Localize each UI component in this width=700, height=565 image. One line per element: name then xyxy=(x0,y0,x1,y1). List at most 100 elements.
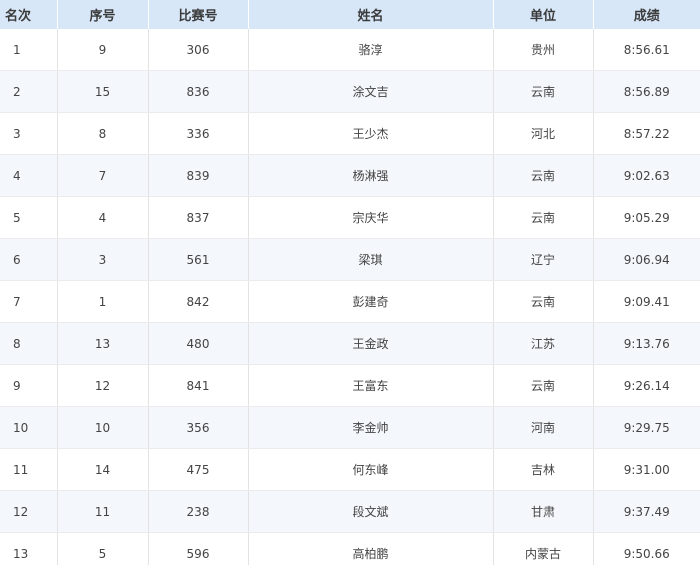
seq-cell: 8 xyxy=(57,112,149,155)
table-row: 7 1 842 彭建奇 云南 9:09.41 xyxy=(0,280,700,323)
score-cell: 8:56.89 xyxy=(593,70,700,113)
bib-cell: 475 xyxy=(148,448,249,491)
name-cell: 王富东 xyxy=(248,364,494,407)
score-cell: 9:50.66 xyxy=(593,532,700,565)
bib-cell: 336 xyxy=(148,112,249,155)
unit-cell: 云南 xyxy=(493,196,594,239)
seq-cell: 9 xyxy=(57,29,149,71)
rank-cell: 12 xyxy=(0,490,58,533)
header-unit: 单位 xyxy=(493,0,594,29)
unit-cell: 辽宁 xyxy=(493,238,594,281)
unit-cell: 云南 xyxy=(493,280,594,323)
rank-cell: 13 xyxy=(0,532,58,565)
bib-cell: 836 xyxy=(148,70,249,113)
header-name: 姓名 xyxy=(248,0,494,29)
rank-cell: 11 xyxy=(0,448,58,491)
bib-cell: 841 xyxy=(148,364,249,407)
score-cell: 9:31.00 xyxy=(593,448,700,491)
header-rank: 名次 xyxy=(0,0,58,29)
score-cell: 9:29.75 xyxy=(593,406,700,449)
rank-cell: 4 xyxy=(0,154,58,197)
unit-cell: 云南 xyxy=(493,154,594,197)
bib-cell: 561 xyxy=(148,238,249,281)
rank-cell: 8 xyxy=(0,322,58,365)
table-header: 名次 序号 比赛号 姓名 单位 成绩 xyxy=(0,0,700,29)
unit-cell: 吉林 xyxy=(493,448,594,491)
name-cell: 彭建奇 xyxy=(248,280,494,323)
unit-cell: 江苏 xyxy=(493,322,594,365)
table-row: 8 13 480 王金政 江苏 9:13.76 xyxy=(0,322,700,365)
score-cell: 9:06.94 xyxy=(593,238,700,281)
bib-cell: 837 xyxy=(148,196,249,239)
score-cell: 9:02.63 xyxy=(593,154,700,197)
bib-cell: 596 xyxy=(148,532,249,565)
seq-cell: 7 xyxy=(57,154,149,197)
name-cell: 涂文吉 xyxy=(248,70,494,113)
header-row: 名次 序号 比赛号 姓名 单位 成绩 xyxy=(0,0,700,29)
bib-cell: 238 xyxy=(148,490,249,533)
name-cell: 高柏鹏 xyxy=(248,532,494,565)
score-cell: 8:56.61 xyxy=(593,29,700,71)
score-cell: 9:13.76 xyxy=(593,322,700,365)
table-body: 1 9 306 骆淳 贵州 8:56.61 2 15 836 涂文吉 云南 8:56.89 3 8 336 王… xyxy=(0,29,700,565)
name-cell: 宗庆华 xyxy=(248,196,494,239)
score-cell: 9:05.29 xyxy=(593,196,700,239)
unit-cell: 云南 xyxy=(493,364,594,407)
bib-cell: 842 xyxy=(148,280,249,323)
rank-cell: 3 xyxy=(0,112,58,155)
header-bib: 比赛号 xyxy=(148,0,249,29)
table-row: 3 8 336 王少杰 河北 8:57.22 xyxy=(0,112,700,155)
table-row: 1 9 306 骆淳 贵州 8:56.61 xyxy=(0,29,700,71)
score-cell: 8:57.22 xyxy=(593,112,700,155)
seq-cell: 15 xyxy=(57,70,149,113)
unit-cell: 河北 xyxy=(493,112,594,155)
bib-cell: 839 xyxy=(148,154,249,197)
bib-cell: 356 xyxy=(148,406,249,449)
name-cell: 骆淳 xyxy=(248,29,494,71)
bib-cell: 306 xyxy=(148,29,249,71)
seq-cell: 5 xyxy=(57,532,149,565)
seq-cell: 1 xyxy=(57,280,149,323)
seq-cell: 3 xyxy=(57,238,149,281)
table-row: 13 5 596 高柏鹏 内蒙古 9:50.66 xyxy=(0,532,700,565)
table-row: 11 14 475 何东峰 吉林 9:31.00 xyxy=(0,448,700,491)
score-cell: 9:37.49 xyxy=(593,490,700,533)
unit-cell: 河南 xyxy=(493,406,594,449)
rank-cell: 9 xyxy=(0,364,58,407)
table-row: 12 11 238 段文斌 甘肃 9:37.49 xyxy=(0,490,700,533)
table-row: 9 12 841 王富东 云南 9:26.14 xyxy=(0,364,700,407)
seq-cell: 11 xyxy=(57,490,149,533)
seq-cell: 13 xyxy=(57,322,149,365)
rank-cell: 7 xyxy=(0,280,58,323)
header-score: 成绩 xyxy=(593,0,700,29)
table-row: 6 3 561 梁琪 辽宁 9:06.94 xyxy=(0,238,700,281)
name-cell: 王金政 xyxy=(248,322,494,365)
unit-cell: 内蒙古 xyxy=(493,532,594,565)
rank-cell: 6 xyxy=(0,238,58,281)
name-cell: 何东峰 xyxy=(248,448,494,491)
bib-cell: 480 xyxy=(148,322,249,365)
table-row: 10 10 356 李金帅 河南 9:29.75 xyxy=(0,406,700,449)
seq-cell: 12 xyxy=(57,364,149,407)
name-cell: 段文斌 xyxy=(248,490,494,533)
header-seq: 序号 xyxy=(57,0,149,29)
table-row: 4 7 839 杨淋强 云南 9:02.63 xyxy=(0,154,700,197)
score-cell: 9:26.14 xyxy=(593,364,700,407)
unit-cell: 甘肃 xyxy=(493,490,594,533)
seq-cell: 4 xyxy=(57,196,149,239)
seq-cell: 10 xyxy=(57,406,149,449)
rank-cell: 2 xyxy=(0,70,58,113)
table-row: 5 4 837 宗庆华 云南 9:05.29 xyxy=(0,196,700,239)
unit-cell: 云南 xyxy=(493,70,594,113)
unit-cell: 贵州 xyxy=(493,29,594,71)
rank-cell: 1 xyxy=(0,29,58,71)
name-cell: 李金帅 xyxy=(248,406,494,449)
name-cell: 杨淋强 xyxy=(248,154,494,197)
results-table: 名次 序号 比赛号 姓名 单位 成绩 1 9 306 骆淳 贵州 8:56.61 2 15 83… xyxy=(0,0,700,565)
table-row: 2 15 836 涂文吉 云南 8:56.89 xyxy=(0,70,700,113)
name-cell: 梁琪 xyxy=(248,238,494,281)
name-cell: 王少杰 xyxy=(248,112,494,155)
rank-cell: 5 xyxy=(0,196,58,239)
seq-cell: 14 xyxy=(57,448,149,491)
score-cell: 9:09.41 xyxy=(593,280,700,323)
